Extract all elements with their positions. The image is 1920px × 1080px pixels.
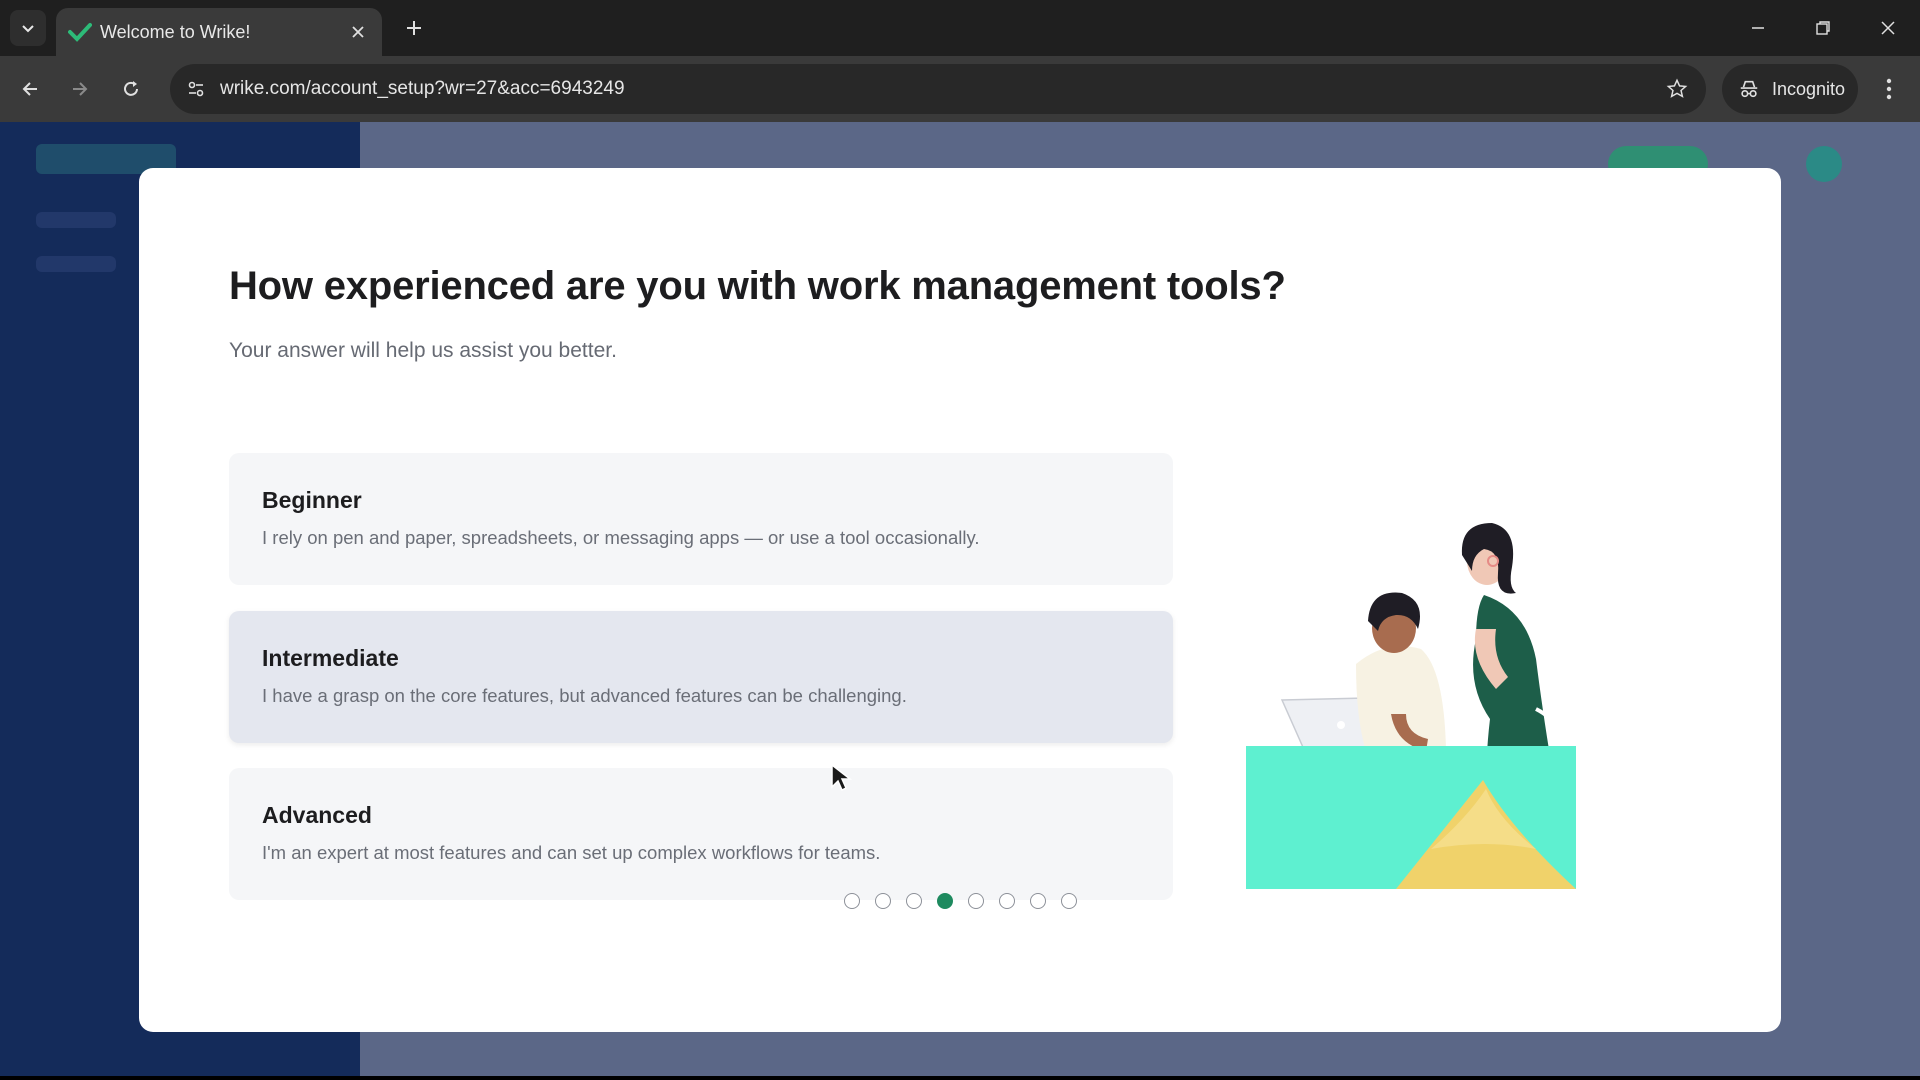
option-description: I'm an expert at most features and can s… (262, 842, 881, 863)
browser-tab[interactable]: Welcome to Wrike! (56, 8, 382, 56)
star-icon (1666, 78, 1688, 98)
pagination-dot[interactable] (937, 893, 953, 909)
pagination-dot[interactable] (1030, 893, 1046, 909)
pagination-dot[interactable] (875, 893, 891, 909)
option-description: I have a grasp on the core features, but… (262, 685, 907, 706)
background-avatar (1806, 146, 1842, 182)
option-title: Beginner (262, 487, 362, 513)
chevron-down-icon (22, 25, 34, 33)
site-info-button[interactable] (180, 73, 212, 105)
mouse-cursor-icon (831, 763, 853, 792)
page-subtitle: Your answer will help us assist you bett… (229, 339, 617, 362)
page-viewport: How experienced are you with work manage… (0, 122, 1920, 1076)
reload-button[interactable] (112, 70, 150, 108)
team-illustration (1246, 523, 1576, 889)
pagination-dot[interactable] (968, 893, 984, 909)
address-bar[interactable]: wrike.com/account_setup?wr=27&acc=694324… (170, 64, 1706, 114)
arrow-left-icon (22, 82, 37, 96)
forward-button[interactable] (61, 70, 99, 108)
minimize-button[interactable] (1736, 10, 1780, 46)
pagination-dot[interactable] (1061, 893, 1077, 909)
tab-strip: Welcome to Wrike! (0, 0, 1920, 56)
new-tab-button[interactable] (398, 12, 430, 44)
option-title: Advanced (262, 802, 372, 828)
arrow-right-icon (73, 82, 88, 96)
tab-title: Welcome to Wrike! (100, 22, 251, 42)
browser-menu-button[interactable] (1872, 72, 1906, 106)
close-icon (1881, 21, 1895, 35)
pagination-dot[interactable] (906, 893, 922, 909)
restore-button[interactable] (1801, 10, 1845, 46)
option-description: I rely on pen and paper, spreadsheets, o… (262, 527, 980, 548)
wrike-logo-icon (68, 23, 92, 42)
step-pagination (844, 893, 1077, 909)
pagination-dot[interactable] (844, 893, 860, 909)
back-button[interactable] (11, 70, 49, 108)
url-text[interactable]: wrike.com/account_setup?wr=27&acc=694324… (220, 77, 625, 101)
onboarding-modal: How experienced are you with work manage… (139, 168, 1781, 1032)
option-intermediate[interactable]: Intermediate I have a grasp on the core … (229, 611, 1173, 743)
background-nav-item (36, 256, 116, 272)
close-window-button[interactable] (1866, 10, 1910, 46)
incognito-label: Incognito (1772, 78, 1846, 99)
plus-icon (407, 21, 421, 35)
bookmark-button[interactable] (1664, 76, 1690, 102)
restore-icon (1816, 21, 1830, 35)
page-title: How experienced are you with work manage… (229, 264, 1286, 308)
browser-toolbar: wrike.com/account_setup?wr=27&acc=694324… (0, 56, 1920, 122)
more-vertical-icon (1886, 78, 1892, 100)
option-advanced[interactable]: Advanced I'm an expert at most features … (229, 768, 1173, 900)
incognito-indicator[interactable]: Incognito (1722, 64, 1858, 114)
pagination-dot[interactable] (999, 893, 1015, 909)
background-nav-item (36, 212, 116, 228)
tab-search-button[interactable] (10, 10, 46, 46)
reload-icon (124, 81, 138, 96)
close-tab-button[interactable] (346, 20, 370, 44)
option-beginner[interactable]: Beginner I rely on pen and paper, spread… (229, 453, 1173, 585)
tune-icon (188, 81, 204, 97)
option-title: Intermediate (262, 645, 399, 671)
incognito-icon (1740, 80, 1758, 98)
close-icon (352, 26, 364, 38)
browser-window: Welcome to Wrike! wrike.com/account_setu… (0, 0, 1920, 1076)
minimize-icon (1752, 27, 1764, 29)
